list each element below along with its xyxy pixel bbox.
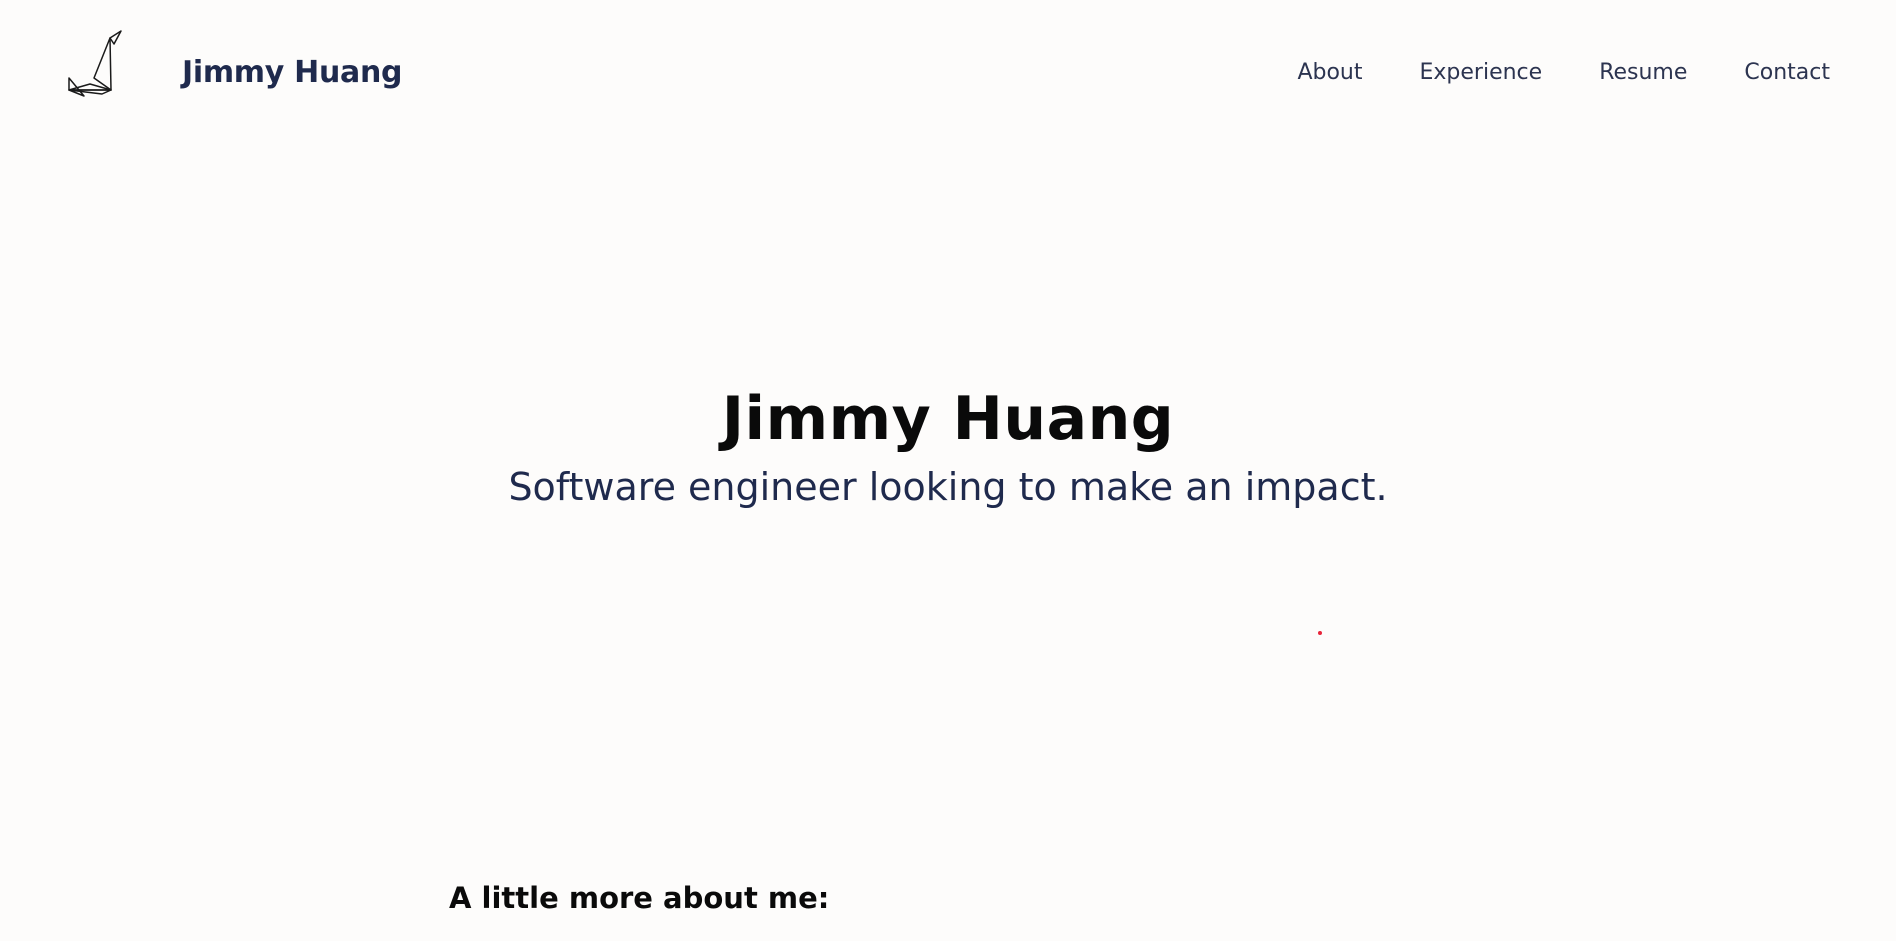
hero-subtitle: Software engineer looking to make an imp…	[508, 465, 1388, 509]
hero-section: Jimmy Huang Software engineer looking to…	[0, 380, 1896, 514]
origami-crane-icon[interactable]	[66, 28, 126, 98]
nav-link-resume[interactable]: Resume	[1599, 58, 1687, 88]
page: Jimmy Huang About Experience Resume Cont…	[0, 0, 1896, 941]
nav-link-about[interactable]: About	[1297, 58, 1362, 88]
nav-link-experience[interactable]: Experience	[1420, 58, 1543, 88]
accent-dot	[1318, 631, 1322, 635]
hero-title: Jimmy Huang	[721, 384, 1175, 454]
nav-menu: About Experience Resume Contact	[1297, 58, 1830, 88]
site-brand-name[interactable]: Jimmy Huang	[182, 53, 403, 93]
nav-link-contact[interactable]: Contact	[1744, 58, 1830, 88]
about-section-heading: A little more about me:	[449, 881, 830, 915]
navbar: Jimmy Huang About Experience Resume Cont…	[0, 0, 1896, 150]
